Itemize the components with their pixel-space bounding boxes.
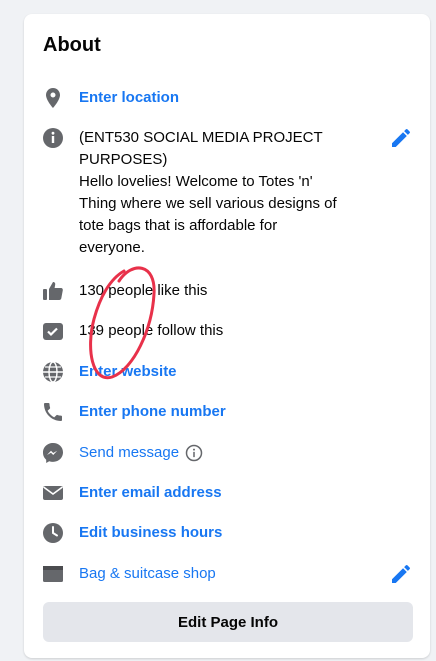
page-description: (ENT530 SOCIAL MEDIA PROJECT PURPOSES) H… <box>79 129 337 256</box>
about-title: About <box>43 34 101 56</box>
enter-website-link[interactable]: Enter website <box>79 361 177 383</box>
envelope-icon <box>43 486 63 500</box>
location-pin-icon <box>46 88 60 108</box>
clock-icon <box>43 523 63 543</box>
enter-phone-link[interactable]: Enter phone number <box>79 401 226 423</box>
messenger-icon <box>43 443 63 463</box>
send-message-label: Send message <box>79 444 180 461</box>
follow-check-icon <box>43 323 63 340</box>
follows-count: 139 people follow this <box>79 322 224 339</box>
likes-count: 130 people like this <box>79 282 208 299</box>
category-icon <box>43 566 63 582</box>
thumbs-up-icon <box>43 282 63 300</box>
enter-location-link[interactable]: Enter location <box>79 87 179 109</box>
category-link[interactable]: Bag & suitcase shop <box>79 563 216 585</box>
send-message-link[interactable]: Send message <box>79 442 203 464</box>
about-card: About Enter location (ENT530 SOCIAL MEDI… <box>24 14 430 658</box>
edit-hours-link[interactable]: Edit business hours <box>79 522 222 544</box>
info-circle-icon[interactable] <box>185 444 203 462</box>
edit-category-pencil-icon[interactable] <box>389 562 413 586</box>
info-icon <box>43 128 63 148</box>
edit-page-info-button[interactable]: Edit Page Info <box>43 602 413 642</box>
edit-description-pencil-icon[interactable] <box>389 126 413 150</box>
phone-icon <box>44 403 62 421</box>
globe-icon <box>43 361 63 383</box>
enter-email-link[interactable]: Enter email address <box>79 482 222 504</box>
